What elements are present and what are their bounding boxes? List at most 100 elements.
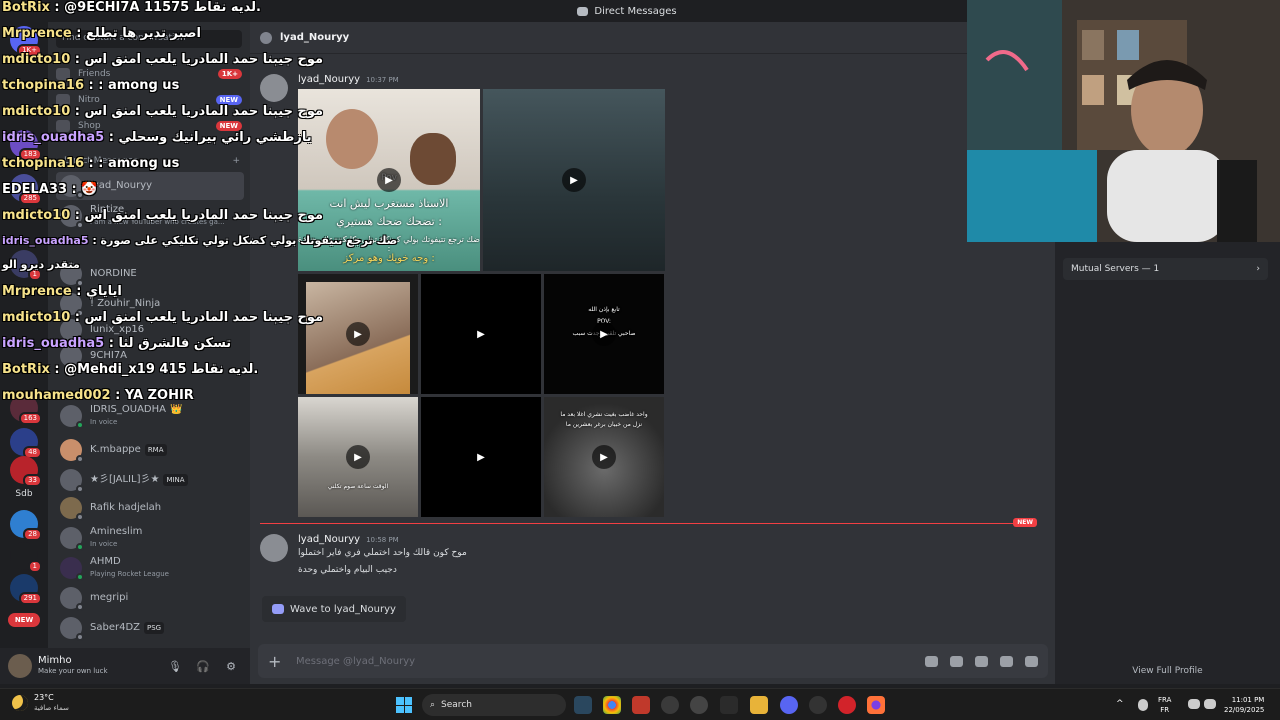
add-attachment-icon[interactable]: +	[268, 652, 284, 671]
avatar	[60, 527, 84, 551]
avatar[interactable]	[8, 654, 32, 678]
video-attachment[interactable]: واحد غاضب بغيت نشري اغلا بعد ما نزل من خ…	[544, 397, 664, 517]
video-attachment[interactable]: ▶	[421, 274, 541, 394]
play-icon[interactable]: ▶	[592, 322, 616, 346]
play-icon[interactable]: ▶	[469, 445, 493, 469]
epic-games-icon[interactable]	[720, 696, 738, 714]
play-icon[interactable]: ▶	[346, 445, 370, 469]
nav-shop[interactable]: Shop NEW	[56, 116, 242, 136]
message-author[interactable]: lyad_Nouryy	[298, 534, 360, 545]
dm-search-input[interactable]: Find or start a conversation	[56, 30, 242, 48]
wave-button[interactable]: Wave to lyad_Nouryy	[262, 596, 406, 622]
nav-friends[interactable]: Friends 1K+	[56, 64, 242, 84]
server-icon[interactable]: 1	[10, 542, 42, 573]
windows-start-icon[interactable]	[396, 697, 412, 713]
chrome-icon[interactable]	[603, 696, 621, 714]
dm-item[interactable]: IDRIS_OUADHA 👑 In voice	[56, 402, 244, 430]
server-icon[interactable]: 291	[10, 574, 42, 605]
input-language[interactable]: FRA FR	[1158, 695, 1171, 715]
create-dm-plus-icon[interactable]: +	[232, 156, 240, 166]
play-icon[interactable]: ▶	[592, 445, 616, 469]
gift-icon[interactable]	[925, 655, 938, 667]
play-icon[interactable]: ▶	[562, 168, 586, 192]
user-status: Make your own luck	[38, 667, 108, 675]
dm-item[interactable]: lyad_Nouryy	[56, 172, 244, 200]
avatar	[60, 587, 84, 611]
avatar	[60, 263, 84, 287]
avatar	[60, 497, 84, 521]
dm-item[interactable]: K.mbappe RMA	[56, 436, 244, 464]
wave-icon	[272, 604, 284, 614]
search-icon: ⌕	[430, 700, 436, 710]
system-clock[interactable]: 11:01 PM 22/09/2025	[1224, 695, 1264, 715]
server-icon[interactable]: 183	[10, 130, 42, 161]
gif-icon[interactable]	[950, 655, 963, 667]
dm-item[interactable]: Rafik hadjelah	[56, 494, 244, 522]
dm-item[interactable]: 9CHI7A	[56, 342, 244, 370]
play-icon[interactable]: ▶	[346, 322, 370, 346]
video-attachment[interactable]: ▶	[483, 89, 665, 271]
discord-icon[interactable]	[780, 696, 798, 714]
dm-item[interactable]: Saber4DZ PSG	[56, 614, 244, 642]
avatar	[60, 617, 84, 641]
volume-icon[interactable]	[1204, 699, 1216, 709]
app-icon[interactable]	[809, 696, 827, 714]
microphone-icon[interactable]: 🎙	[164, 658, 186, 674]
file-explorer-icon[interactable]	[750, 696, 768, 714]
steam-icon[interactable]	[574, 696, 592, 714]
weather-widget[interactable]: 23°C سماء صافية	[12, 693, 69, 713]
app-icon[interactable]	[690, 696, 708, 714]
shop-icon	[56, 120, 70, 132]
video-attachment[interactable]: ▶	[298, 274, 418, 394]
gear-icon[interactable]: ⚙	[220, 658, 242, 674]
mutual-servers-button[interactable]: Mutual Servers — 1 ›	[1063, 258, 1268, 280]
inbox-icon	[577, 6, 589, 16]
activities-icon[interactable]	[1025, 655, 1038, 667]
taskbar-search[interactable]: ⌕ Search	[422, 694, 566, 716]
message-input[interactable]	[296, 655, 913, 667]
server-icon[interactable]: 28	[10, 510, 42, 541]
emoji-icon[interactable]	[1000, 655, 1013, 667]
server-icon[interactable]: 285	[10, 174, 42, 205]
message-text: دجيب البيام واختملي وحدة	[298, 565, 397, 575]
chevron-right-icon: ›	[1256, 264, 1260, 274]
server-icon[interactable]: 163	[10, 394, 42, 425]
app-icon[interactable]	[632, 696, 650, 714]
play-icon[interactable]: ▶	[377, 168, 401, 192]
message-composer: +	[258, 644, 1048, 678]
video-attachment[interactable]: ▶ الوقت ساعة صوم تكلني	[298, 397, 418, 517]
message-author[interactable]: lyad_Nouryy	[298, 74, 360, 85]
view-full-profile-link[interactable]: View Full Profile	[1055, 666, 1280, 676]
play-icon[interactable]: ▶	[469, 322, 493, 346]
dm-item[interactable]: NORDINE	[56, 260, 244, 288]
chevron-up-icon[interactable]: ^	[1116, 699, 1126, 709]
avatar[interactable]	[260, 534, 288, 562]
chat-panel: lyad_Nouryy lyad_Nouryy 10:37 PM Pov ▶ ال…	[250, 22, 1055, 684]
opera-icon[interactable]	[838, 696, 856, 714]
new-messages-divider: NEW	[260, 518, 1037, 527]
dm-item[interactable]: ★彡[JALIL]彡★ MINA	[56, 466, 244, 494]
dm-item[interactable]: lunix_xp16	[56, 316, 244, 344]
video-attachment[interactable]: Pov ▶ الاستاذ مستغرب ليش انت تضحك ضحك هس…	[298, 89, 480, 271]
sticker-icon[interactable]	[975, 655, 988, 667]
video-attachment[interactable]: ▶	[421, 397, 541, 517]
avatar[interactable]	[260, 74, 288, 102]
server-icon[interactable]: 1K+	[10, 26, 42, 57]
firefox-icon[interactable]	[867, 696, 885, 714]
microphone-tray-icon[interactable]	[1138, 699, 1148, 711]
network-icon[interactable]	[1188, 699, 1200, 709]
dm-item[interactable]: Amineslim In voice	[56, 524, 244, 552]
server-text-icon[interactable]: Sdb	[10, 480, 38, 508]
dm-item[interactable]: AHMD Playing Rocket League	[56, 554, 244, 582]
video-attachment[interactable]: تابع بإذن الله POV: صاحبي تلقى وجدت سبب …	[544, 274, 664, 394]
dm-item[interactable]: Riptize I am a new YouTuber who creates g…	[56, 202, 244, 230]
new-servers-pill[interactable]: NEW	[8, 613, 40, 627]
chatgpt-icon[interactable]	[661, 696, 679, 714]
server-icon[interactable]: 1	[10, 250, 42, 281]
server-icon[interactable]: 48	[10, 428, 42, 459]
nav-nitro[interactable]: Nitro NEW	[56, 90, 242, 110]
dm-item[interactable]: ! Zouhir_Ninja	[56, 290, 244, 318]
dm-item[interactable]: megripi	[56, 584, 244, 612]
headphones-icon[interactable]: 🎧	[192, 658, 214, 674]
avatar	[60, 405, 84, 429]
